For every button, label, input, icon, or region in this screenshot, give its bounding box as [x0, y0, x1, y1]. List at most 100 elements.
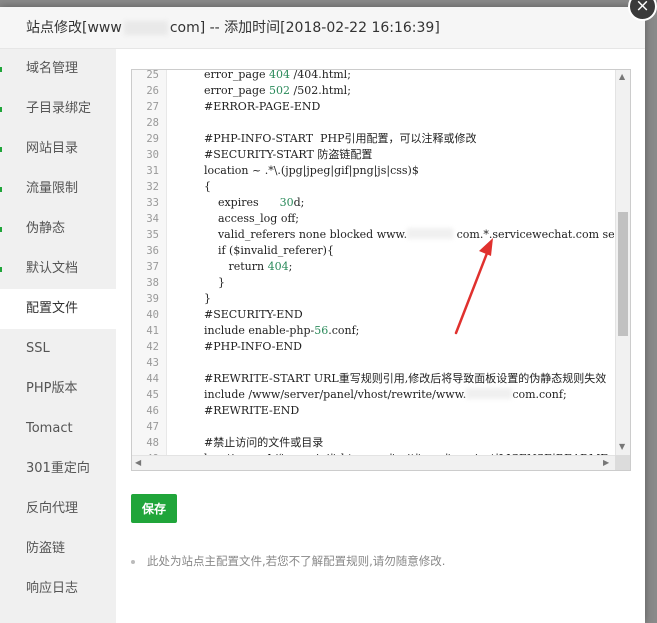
- config-editor[interactable]: 25 error_page 404 /404.html; 26 error_pa…: [131, 69, 631, 471]
- redacted-domain: [466, 388, 513, 399]
- line-text-head: valid_referers none blocked www.: [190, 228, 408, 241]
- line-number: 39: [146, 293, 159, 305]
- code-line: 39 }: [132, 291, 615, 307]
- sidebar-item-label: 伪静态: [26, 221, 66, 236]
- line-number: 40: [146, 309, 159, 321]
- line-text: error_page 404 /404.html;: [190, 69, 351, 81]
- line-number: 27: [146, 101, 159, 113]
- line-number: 36: [146, 245, 159, 257]
- side-mark: [0, 187, 2, 192]
- sidebar-item-label: 流量限制: [26, 181, 79, 196]
- line-number: 34: [146, 213, 159, 225]
- sidebar-item-label: 网站目录: [26, 141, 79, 156]
- code-line: 40 #SECURITY-END: [132, 307, 615, 323]
- sidebar-item-label: Tomact: [26, 421, 73, 436]
- line-text: #PHP-INFO-END: [190, 340, 302, 353]
- line-text-tail: com.*.servicewechat.com ser: [453, 228, 620, 241]
- line-text: #REWRITE-END: [190, 404, 300, 417]
- save-button[interactable]: 保存: [131, 494, 177, 523]
- sidebar-item-label: 反向代理: [26, 501, 79, 516]
- line-number: 47: [146, 421, 159, 433]
- sidebar-item-label: 配置文件: [26, 301, 79, 316]
- sidebar-item-label: 响应日志: [26, 581, 79, 596]
- sidebar-item-label: 子目录绑定: [26, 101, 92, 116]
- sidebar-item-site-dir[interactable]: 网站目录: [0, 129, 116, 169]
- tip-label: 此处为站点主配置文件,若您不了解配置规则,请勿随意修改.: [147, 554, 446, 568]
- sidebar-item-config-file[interactable]: 配置文件: [0, 289, 116, 329]
- code-line: 46 #REWRITE-END: [132, 403, 615, 419]
- sidebar-item-label: PHP版本: [26, 381, 78, 396]
- line-number: 46: [146, 405, 159, 417]
- line-number: 33: [146, 197, 159, 209]
- line-text: valid_referers none blocked www. com.*.s…: [190, 227, 620, 243]
- redacted-domain: [123, 21, 168, 35]
- line-number: 38: [146, 277, 159, 289]
- line-text: #禁止访问的文件或目录: [190, 436, 324, 449]
- sidebar-item-php-version[interactable]: PHP版本: [0, 369, 116, 409]
- line-text: #REWRITE-START URL重写规则引用,修改后将导致面板设置的伪静态规…: [190, 372, 607, 385]
- side-mark: [0, 227, 2, 232]
- line-number: 25: [146, 69, 159, 81]
- sidebar-item-traffic-limit[interactable]: 流量限制: [0, 169, 116, 209]
- line-text: access_log off;: [190, 212, 299, 225]
- line-text: {: [190, 180, 211, 193]
- code-line: 37 return 404;: [132, 259, 615, 275]
- sidebar-item-rewrite[interactable]: 伪静态: [0, 209, 116, 249]
- code-line: 25 error_page 404 /404.html;: [132, 69, 615, 83]
- code-line: 38 }: [132, 275, 615, 291]
- sidebar-item-reverse-proxy[interactable]: 反向代理: [0, 489, 116, 529]
- line-text: location ~ .*\.(jpg|jpeg|gif|png|js|css)…: [190, 164, 419, 177]
- code-lines: 25 error_page 404 /404.html; 26 error_pa…: [132, 69, 630, 467]
- code-line: 42 #PHP-INFO-END: [132, 339, 615, 355]
- line-number: 48: [146, 437, 159, 449]
- code-line: 27 #ERROR-PAGE-END: [132, 99, 615, 115]
- line-number: 31: [146, 165, 159, 177]
- vertical-scrollbar[interactable]: ▲ ▼: [615, 70, 630, 455]
- sidebar: 域名管理 子目录绑定 网站目录 流量限制 伪静态 默认文档 配置文件 SSL P…: [0, 49, 116, 623]
- code-line: 30 #SECURITY-START 防盗链配置: [132, 147, 615, 163]
- line-number: 35: [146, 229, 159, 241]
- line-text: include enable-php-56.conf;: [190, 324, 360, 337]
- scroll-up-icon[interactable]: ▲: [619, 72, 625, 82]
- line-number: 28: [146, 117, 159, 129]
- scroll-down-icon[interactable]: ▼: [619, 442, 625, 452]
- dialog-title: 站点修改[www com] -- 添加时间[2018-02-22 16:16:39…: [0, 7, 645, 49]
- line-number: 29: [146, 133, 159, 145]
- sidebar-item-ssl[interactable]: SSL: [0, 329, 116, 369]
- line-text: #PHP-INFO-START PHP引用配置，可以注释或修改: [190, 132, 477, 145]
- title-suffix: com] -- 添加时间[2018-02-22 16:16:39]: [169, 20, 440, 36]
- line-text: error_page 502 /502.html;: [190, 84, 351, 97]
- line-text: }: [190, 276, 225, 289]
- line-number: 42: [146, 341, 159, 353]
- scroll-left-icon[interactable]: ◀: [135, 458, 141, 468]
- line-number: 45: [146, 389, 159, 401]
- code-line: 29 #PHP-INFO-START PHP引用配置，可以注释或修改: [132, 131, 615, 147]
- sidebar-item-access-log[interactable]: 响应日志: [0, 569, 116, 609]
- scroll-thumb[interactable]: [618, 212, 628, 336]
- code-line: 41 include enable-php-56.conf;: [132, 323, 615, 339]
- code-line: 26 error_page 502 /502.html;: [132, 83, 615, 99]
- redacted-domain: [407, 228, 454, 239]
- line-text-head: include /www/server/panel/vhost/rewrite/…: [190, 388, 467, 401]
- horizontal-scrollbar[interactable]: ◀ ▶: [132, 455, 615, 470]
- sidebar-item-tomcat[interactable]: Tomact: [0, 409, 116, 449]
- side-mark: [0, 267, 2, 272]
- line-number: 44: [146, 373, 159, 385]
- code-line: 28: [132, 115, 615, 131]
- line-text: include /www/server/panel/vhost/rewrite/…: [190, 387, 567, 403]
- side-mark: [0, 147, 2, 152]
- content-panel: 25 error_page 404 /404.html; 26 error_pa…: [116, 49, 645, 623]
- scroll-corner: [615, 455, 630, 470]
- side-mark: [0, 67, 2, 72]
- scroll-right-icon[interactable]: ▶: [603, 458, 609, 468]
- sidebar-item-default-doc[interactable]: 默认文档: [0, 249, 116, 289]
- tip-text: 此处为站点主配置文件,若您不了解配置规则,请勿随意修改.: [131, 553, 445, 569]
- sidebar-item-subdir[interactable]: 子目录绑定: [0, 89, 116, 129]
- code-line: 31 location ~ .*\.(jpg|jpeg|gif|png|js|c…: [132, 163, 615, 179]
- sidebar-item-redirect[interactable]: 301重定向: [0, 449, 116, 489]
- sidebar-item-hotlink[interactable]: 防盗链: [0, 529, 116, 569]
- bullet-icon: [131, 559, 135, 564]
- site-edit-dialog: 站点修改[www com] -- 添加时间[2018-02-22 16:16:39…: [0, 7, 645, 623]
- code-line: 48 #禁止访问的文件或目录: [132, 435, 615, 451]
- sidebar-item-domain[interactable]: 域名管理: [0, 49, 116, 89]
